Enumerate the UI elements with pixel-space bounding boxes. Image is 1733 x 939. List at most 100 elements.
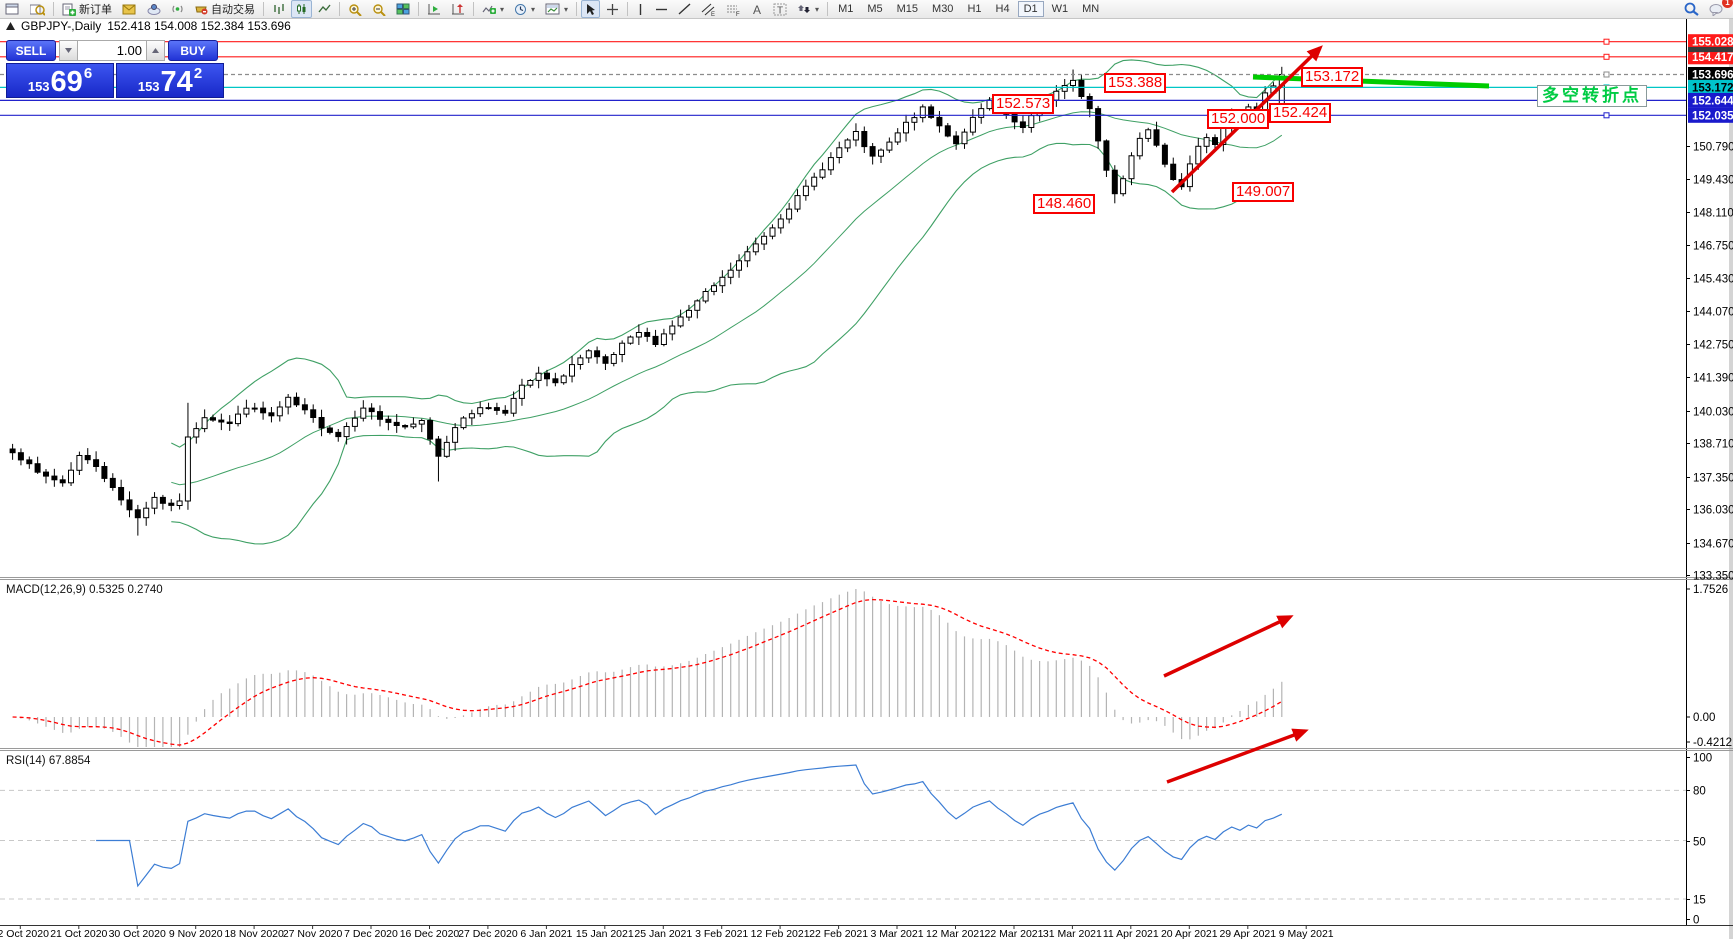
price-annotation: 153.388 [1104,73,1166,93]
new-order-button[interactable]: 新订单 [58,0,116,18]
autotrading-button[interactable]: 自动交易 [190,0,259,18]
auto-scroll-icon [427,3,441,15]
tile-windows-icon [396,3,410,15]
main-chart-area[interactable] [0,30,1686,577]
volume-increase-button[interactable] [146,40,165,61]
trendline-button[interactable] [674,0,695,18]
rsi-pane-area[interactable] [0,751,1686,925]
price-annotation: 152.424 [1269,103,1331,123]
sell-button[interactable]: SELL [6,40,56,61]
community-button[interactable] [142,0,165,18]
magnifier-chart-icon [30,3,45,16]
window-list-icon[interactable] [1,0,24,18]
auto-scroll-button[interactable] [423,0,445,18]
line-chart-type-button[interactable] [314,0,335,18]
signals-button[interactable] [167,0,188,18]
text-button[interactable]: A [747,0,767,18]
channel-button[interactable]: E [697,0,720,18]
timeframe-d1[interactable]: D1 [1018,1,1044,17]
search-button[interactable] [1680,0,1703,18]
macd-pane-area[interactable] [0,580,1686,748]
periods-caret: ▾ [531,5,535,14]
bar-chart-icon [272,3,285,15]
cursor-button[interactable] [581,0,600,18]
sell-price-display[interactable]: 153 69 6 [6,63,114,98]
indicators-caret: ▾ [500,5,504,14]
chart-shift-icon [451,3,465,15]
collapse-arrow-icon[interactable] [6,22,15,30]
templates-button[interactable]: ▾ [541,0,572,18]
price-annotation: 153.172 [1301,67,1363,87]
buy-price-point: 2 [194,65,202,82]
volume-decrease-button[interactable] [59,40,78,61]
autotrading-label: 自动交易 [211,1,255,17]
timeframe-w1[interactable]: W1 [1046,1,1075,17]
fibonacci-button[interactable]: F [722,0,745,18]
bull-bear-turning-point-note[interactable]: 多空转折点 [1537,85,1647,107]
crosshair-button[interactable] [602,0,623,18]
bar-chart-type-button[interactable] [268,0,289,18]
horizontal-line-icon [655,4,668,15]
periods-button[interactable]: ▾ [510,0,539,18]
toolbar: 新订单 自动交易 [0,0,1733,19]
shapes-caret: ▾ [815,5,819,14]
line-chart-icon [318,3,331,15]
text-a-icon: A [751,3,763,15]
horizontal-line-button[interactable] [651,0,672,18]
timeframe-m5[interactable]: M5 [861,1,888,17]
buy-price-base: 153 [138,79,160,94]
trendline-icon [678,3,691,15]
signal-waves-icon [171,3,184,15]
chart-symbol-period: GBPJPY-,Daily [21,19,101,33]
zoom-out-icon [372,3,386,16]
zoom-out-button[interactable] [368,0,390,18]
templates-caret: ▾ [564,5,568,14]
shapes-button[interactable]: ▾ [793,0,823,18]
notifications-button[interactable]: 1 [1705,0,1728,18]
timeframe-h1[interactable]: H1 [961,1,987,17]
rsi-label: RSI(14) 67.8854 [6,755,90,767]
timeframe-m1[interactable]: M1 [832,1,859,17]
tile-windows-button[interactable] [392,0,414,18]
timeframe-h4[interactable]: H4 [990,1,1016,17]
timeframe-mn[interactable]: MN [1076,1,1105,17]
price-axis[interactable] [1686,30,1733,925]
timeframe-toolbar: M1M5M15M30H1H4D1W1MN [831,1,1106,17]
mail-icon-button[interactable] [118,0,140,18]
channel-icon: E [701,3,716,16]
sell-price-point: 6 [84,65,92,82]
volume-input[interactable] [78,40,146,61]
text-label-icon: T [773,3,787,16]
vertical-line-icon [636,3,645,16]
svg-text:F: F [736,12,740,16]
sell-price-base: 153 [28,79,50,94]
svg-text:E: E [711,12,715,16]
time-axis[interactable] [0,926,1686,939]
sell-price-pips: 69 [51,68,83,96]
one-click-trading-panel: SELL BUY 153 69 6 153 74 2 [6,40,224,98]
vertical-line-button[interactable] [632,0,649,18]
cloud-user-icon [146,3,161,15]
zoom-in-button[interactable] [344,0,366,18]
search-icon [1684,2,1699,16]
timeframe-m30[interactable]: M30 [926,1,959,17]
chart-shift-button[interactable] [447,0,469,18]
buy-button[interactable]: BUY [168,40,218,61]
autotrading-icon [194,3,208,15]
svg-text:A: A [753,3,761,15]
candlestick-type-button[interactable] [291,0,312,18]
indicators-icon [482,3,496,15]
zoom-in-icon [348,3,362,16]
templates-icon [545,3,560,15]
new-order-label: 新订单 [79,1,112,17]
fibonacci-icon: F [726,3,741,16]
chart-preview-icon[interactable] [26,0,49,18]
price-annotation: 148.460 [1033,194,1095,214]
timeframe-m15[interactable]: M15 [891,1,924,17]
clock-icon [514,3,527,16]
indicators-button[interactable]: ▾ [478,0,508,18]
chart-title-bar: GBPJPY-,Daily 152.418 154.008 152.384 15… [0,19,1733,32]
chart-ohlc-values: 152.418 154.008 152.384 153.696 [107,19,291,33]
buy-price-display[interactable]: 153 74 2 [116,63,224,98]
label-button[interactable]: T [769,0,791,18]
